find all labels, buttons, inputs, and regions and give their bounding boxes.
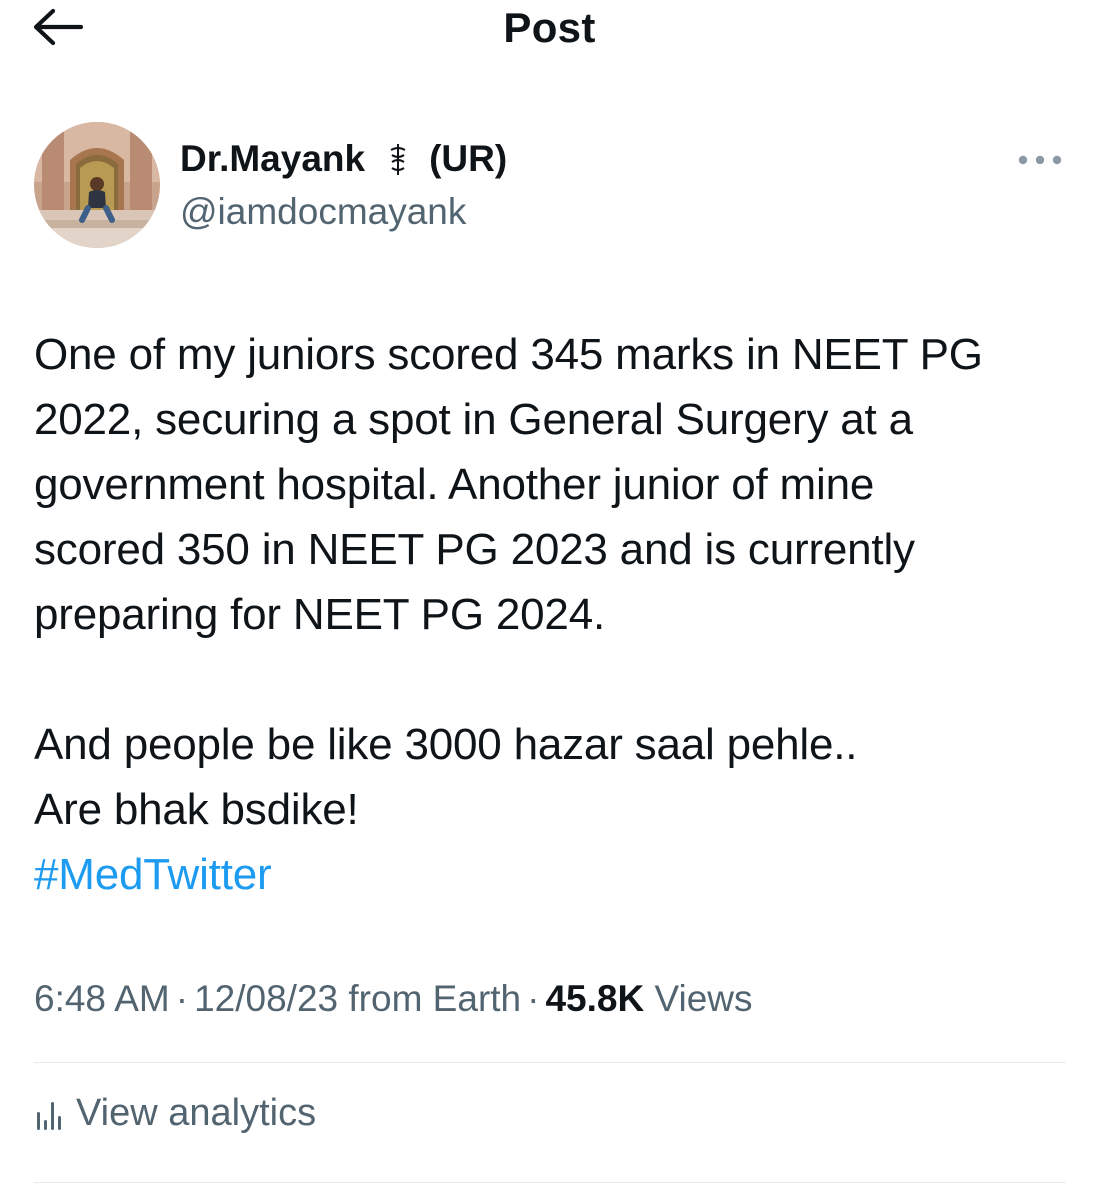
avatar[interactable] [34, 122, 160, 248]
tweet-line: Are bhak bsdike! [34, 785, 359, 834]
more-horizontal-icon [1018, 155, 1062, 165]
author-handle[interactable]: @iamdocmayank [180, 191, 466, 233]
tweet-date[interactable]: 12/08/23 [194, 978, 338, 1019]
author-name-row[interactable]: Dr.Mayank (UR) [180, 138, 507, 180]
tweet-line: preparing for NEET PG 2024. [34, 590, 605, 639]
view-analytics-label: View analytics [76, 1092, 317, 1134]
tweet-meta: 6:48 AM · 12/08/23 from Earth · 45.8K Views [34, 978, 753, 1020]
divider [34, 1182, 1066, 1183]
top-bar: Post [0, 0, 1099, 60]
avatar-photo [34, 122, 160, 248]
view-analytics-button[interactable]: View analytics [34, 1092, 316, 1135]
tweet-line: government hospital. Another junior of m… [34, 460, 875, 509]
views-count: 45.8K [545, 978, 645, 1019]
caduceus-icon [390, 144, 406, 175]
more-options-button[interactable] [1012, 142, 1068, 178]
tweet-line: 2022, securing a spot in General Surgery… [34, 395, 913, 444]
views-label: Views [654, 978, 753, 1019]
author-name: Dr.Mayank [180, 138, 366, 179]
separator-dot: · [527, 978, 540, 1019]
separator-dot: · [175, 978, 189, 1019]
tweet-line: And people be like 3000 hazar saal pehle… [34, 720, 858, 769]
tweet-source: from Earth [348, 978, 522, 1019]
hashtag-link[interactable]: #MedTwitter [34, 850, 272, 899]
page-title: Post [503, 4, 596, 51]
tweet-text: One of my juniors scored 345 marks in NE… [34, 322, 1084, 907]
author-suffix: (UR) [429, 138, 508, 179]
analytics-bars-icon [37, 1101, 61, 1130]
tweet-time[interactable]: 6:48 AM [34, 978, 170, 1019]
tweet-line: scored 350 in NEET PG 2023 and is curren… [34, 525, 915, 574]
tweet-line: One of my juniors scored 345 marks in NE… [34, 330, 983, 379]
divider [34, 1062, 1066, 1063]
